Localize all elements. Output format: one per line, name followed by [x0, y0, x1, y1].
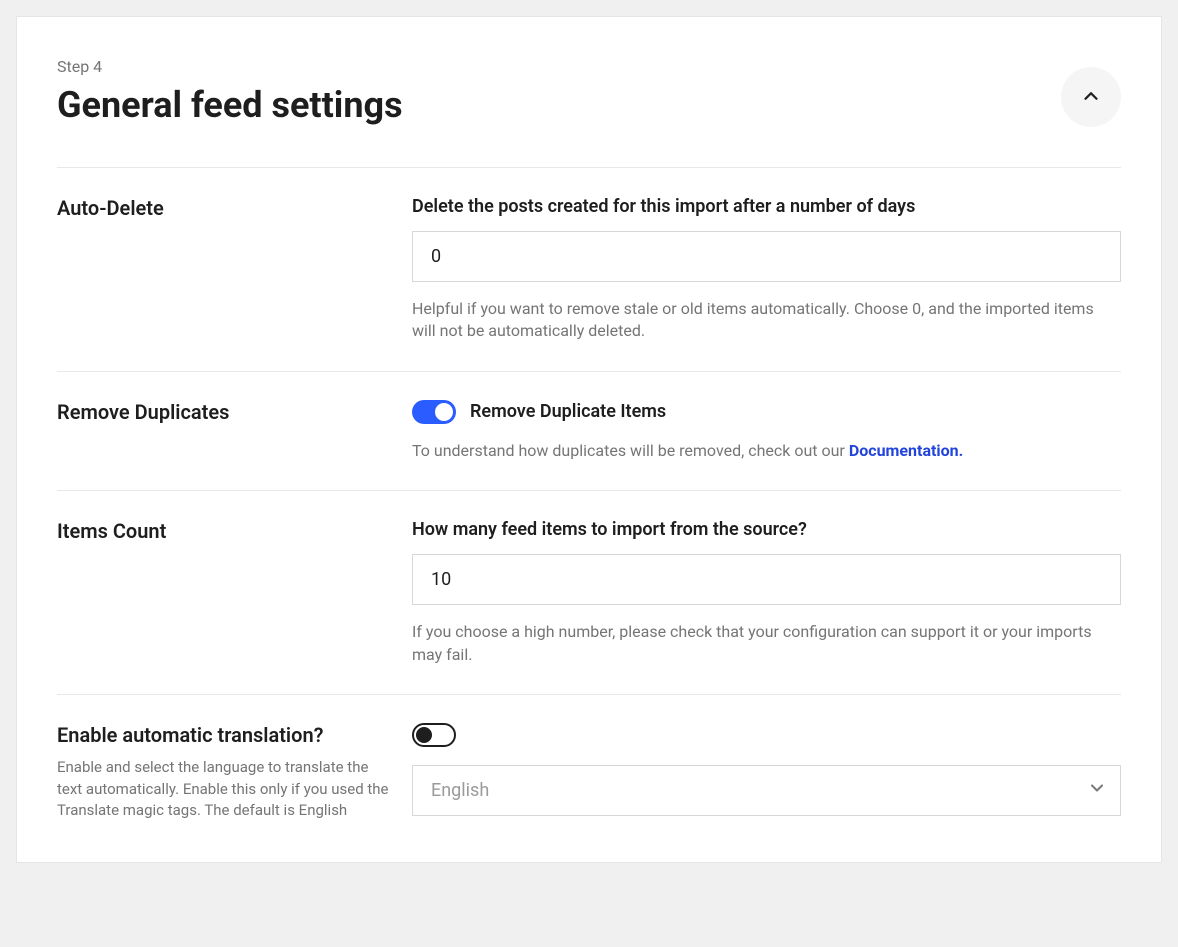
- items-count-input[interactable]: [412, 554, 1121, 605]
- header: Step 4 General feed settings: [57, 57, 1121, 168]
- chevron-up-icon: [1080, 85, 1102, 110]
- header-titles: Step 4 General feed settings: [57, 57, 403, 126]
- language-select-wrap: English: [412, 765, 1121, 816]
- translation-toggle[interactable]: [412, 723, 456, 747]
- toggle-knob: [416, 727, 432, 743]
- page-title: General feed settings: [57, 84, 403, 126]
- collapse-button[interactable]: [1061, 67, 1121, 127]
- row-auto-delete: Auto-Delete Delete the posts created for…: [57, 168, 1121, 372]
- auto-delete-help: Helpful if you want to remove stale or o…: [412, 298, 1121, 343]
- remove-duplicates-toggle-label: Remove Duplicate Items: [470, 401, 666, 422]
- auto-delete-label: Auto-Delete: [57, 196, 392, 220]
- translation-sub: Enable and select the language to transl…: [57, 757, 392, 822]
- remove-duplicates-toggle[interactable]: [412, 400, 456, 424]
- toggle-knob: [435, 403, 453, 421]
- remove-duplicates-label: Remove Duplicates: [57, 400, 392, 424]
- items-count-field-label: How many feed items to import from the s…: [412, 519, 1121, 540]
- row-translation: Enable automatic translation? Enable and…: [57, 695, 1121, 822]
- settings-card: Step 4 General feed settings Auto-Delete…: [16, 16, 1162, 863]
- documentation-link[interactable]: Documentation.: [849, 441, 963, 460]
- remove-duplicates-help: To understand how duplicates will be rem…: [412, 440, 1121, 462]
- remove-duplicates-toggle-row: Remove Duplicate Items: [412, 400, 1121, 424]
- translation-label: Enable automatic translation?: [57, 723, 392, 747]
- auto-delete-input[interactable]: [412, 231, 1121, 282]
- row-items-count: Items Count How many feed items to impor…: [57, 491, 1121, 695]
- auto-delete-field-label: Delete the posts created for this import…: [412, 196, 1121, 217]
- items-count-help: If you choose a high number, please chec…: [412, 621, 1121, 666]
- items-count-label: Items Count: [57, 519, 392, 543]
- language-select[interactable]: English: [412, 765, 1121, 816]
- row-remove-duplicates: Remove Duplicates Remove Duplicate Items…: [57, 372, 1121, 491]
- step-label: Step 4: [57, 57, 403, 76]
